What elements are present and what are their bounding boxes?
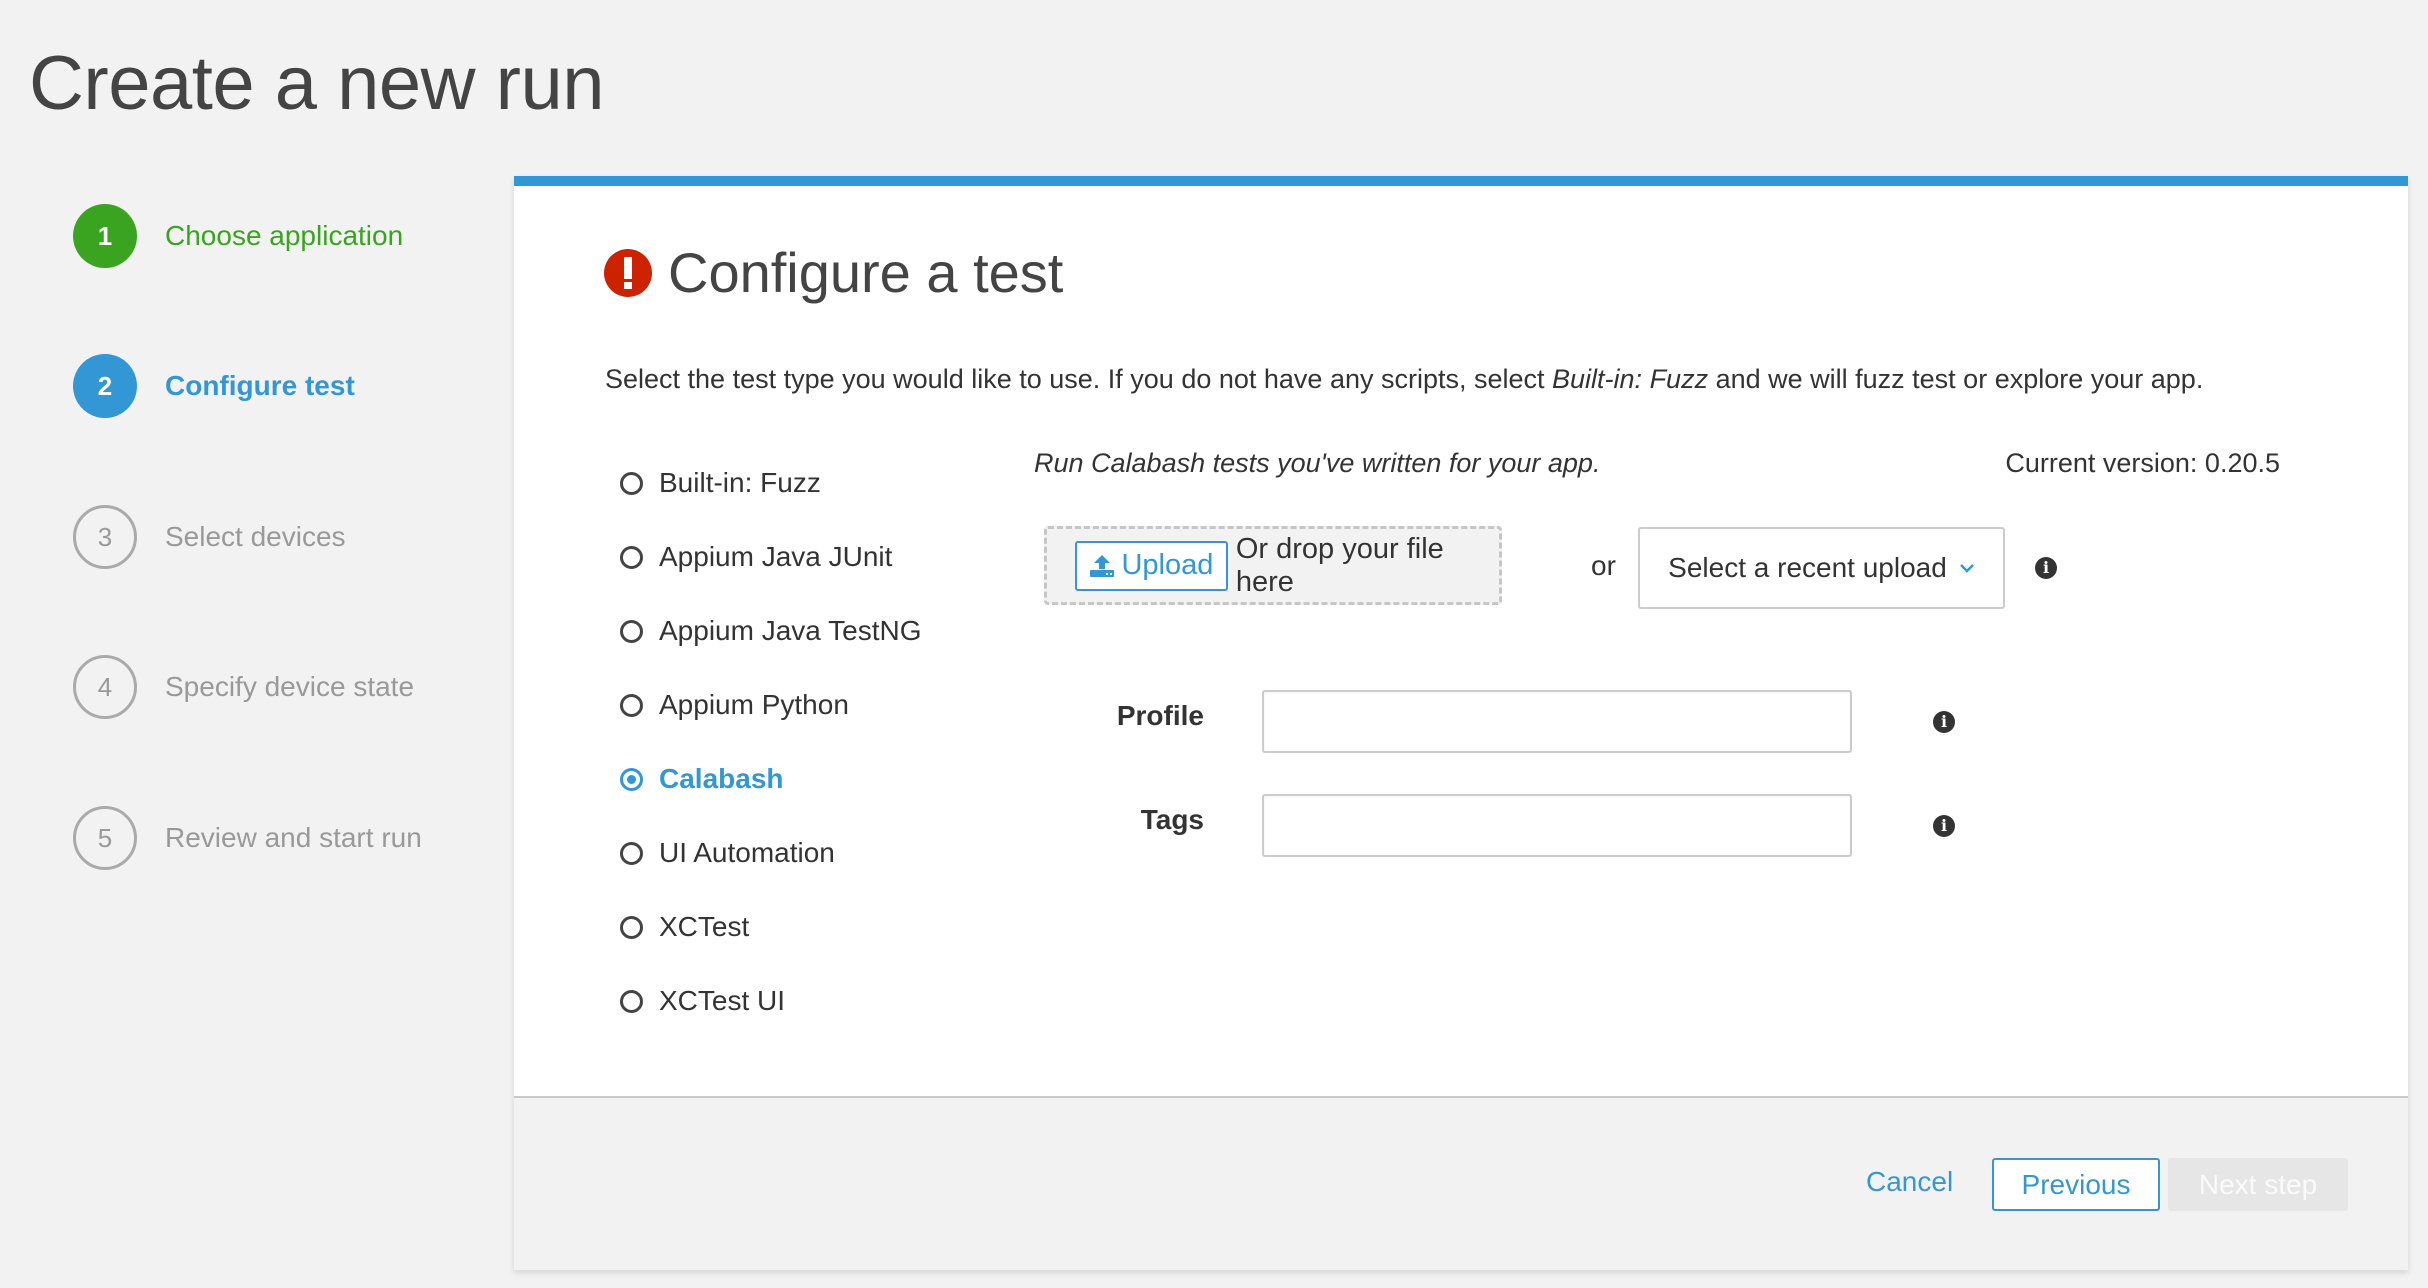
current-version: Current version: 0.20.5	[2005, 448, 2280, 478]
radio-unchecked-icon[interactable]	[620, 619, 643, 643]
configure-test-panel: Configure a test Select the test type yo…	[514, 176, 2408, 1270]
upload-button-label: Upload	[1121, 549, 1214, 581]
radio-appium-java-testng[interactable]: Appium Java TestNG	[605, 594, 922, 668]
radio-unchecked-icon[interactable]	[620, 915, 643, 939]
step-review-and-start-run: 5 Review and start run	[73, 805, 422, 871]
test-type-radio-group: Built-in: Fuzz Appium Java JUnit Appium …	[605, 446, 922, 1038]
step-number-badge: 1	[73, 204, 137, 268]
radio-label: XCTest	[659, 911, 750, 942]
radio-ui-automation[interactable]: UI Automation	[605, 816, 922, 890]
drop-file-text: Or drop your file here	[1235, 532, 1444, 598]
chevron-down-icon	[1959, 564, 1974, 573]
radio-unchecked-icon[interactable]	[620, 989, 643, 1013]
file-dropzone[interactable]: Upload Or drop your file here	[1044, 526, 1502, 605]
step-label: Select devices	[165, 521, 346, 552]
description-text: Select the test type you would like to u…	[605, 364, 1553, 394]
upload-button[interactable]: Upload	[1075, 540, 1228, 591]
info-icon[interactable]: i	[1933, 815, 1955, 837]
radio-unchecked-icon[interactable]	[620, 693, 643, 717]
step-label: Review and start run	[165, 822, 422, 853]
radio-label: UI Automation	[659, 837, 835, 868]
radio-label: Calabash	[659, 763, 784, 794]
description-emphasis: Built-in: Fuzz	[1552, 364, 1709, 394]
upload-icon	[1090, 554, 1115, 577]
radio-xctest[interactable]: XCTest	[605, 890, 922, 964]
panel-heading: Configure a test	[604, 240, 1063, 305]
step-specify-device-state: 4 Specify device state	[73, 654, 414, 720]
radio-label: Appium Python	[659, 689, 849, 720]
radio-calabash[interactable]: Calabash	[605, 742, 922, 816]
radio-label: Built-in: Fuzz	[659, 467, 821, 498]
or-separator: or	[1591, 550, 1616, 581]
selected-type-description: Run Calabash tests you've written for yo…	[1034, 448, 1601, 478]
step-number-badge: 2	[73, 354, 137, 418]
radio-label: XCTest UI	[659, 985, 786, 1016]
cancel-button[interactable]: Cancel	[1866, 1166, 1953, 1198]
info-icon[interactable]: i	[2035, 557, 2057, 579]
profile-input[interactable]	[1262, 690, 1852, 753]
radio-appium-java-junit[interactable]: Appium Java JUnit	[605, 520, 922, 594]
step-label: Choose application	[165, 220, 404, 251]
radio-label: Appium Java JUnit	[659, 541, 893, 572]
info-icon[interactable]: i	[1933, 711, 1955, 733]
step-choose-application[interactable]: 1 Choose application	[73, 203, 403, 269]
test-type-description: Select the test type you would like to u…	[605, 364, 2203, 395]
tags-input[interactable]	[1262, 794, 1852, 857]
next-step-button[interactable]: Next step	[2168, 1158, 2348, 1211]
panel-accent-bar	[514, 176, 2408, 186]
step-label: Specify device state	[165, 671, 415, 702]
step-select-devices: 3 Select devices	[73, 504, 346, 570]
radio-built-in-fuzz[interactable]: Built-in: Fuzz	[605, 446, 922, 520]
previous-button[interactable]: Previous	[1992, 1158, 2160, 1211]
radio-appium-python[interactable]: Appium Python	[605, 668, 922, 742]
profile-label: Profile	[1116, 700, 1204, 731]
recent-upload-select-value: Select a recent upload	[1668, 552, 1947, 583]
step-number-badge: 4	[73, 655, 137, 719]
recent-upload-select[interactable]: Select a recent upload	[1638, 527, 2005, 609]
step-configure-test[interactable]: 2 Configure test	[73, 353, 355, 419]
radio-unchecked-icon[interactable]	[620, 841, 643, 865]
radio-unchecked-icon[interactable]	[620, 545, 643, 569]
step-number-badge: 3	[73, 505, 137, 569]
panel-title: Configure a test	[668, 241, 1064, 304]
radio-xctest-ui[interactable]: XCTest UI	[605, 964, 922, 1038]
error-exclamation-icon	[604, 248, 652, 297]
step-label: Configure test	[165, 370, 355, 401]
radio-label: Appium Java TestNG	[659, 615, 922, 646]
page-title: Create a new run	[29, 41, 605, 126]
tags-label: Tags	[1140, 804, 1204, 835]
step-number-badge: 5	[73, 806, 137, 870]
radio-unchecked-icon[interactable]	[620, 471, 643, 495]
description-text: and we will fuzz test or explore your ap…	[1708, 364, 2204, 394]
panel-footer: Cancel Previous Next step	[514, 1096, 2408, 1270]
radio-checked-icon[interactable]	[620, 767, 643, 791]
